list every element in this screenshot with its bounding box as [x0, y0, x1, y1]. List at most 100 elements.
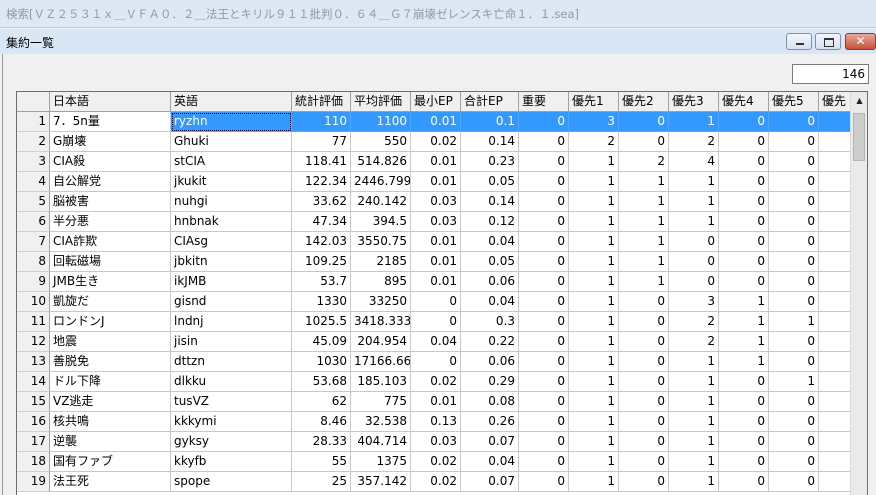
column-header-priority3[interactable]: 優先3: [669, 92, 719, 112]
table-cell[interactable]: 775: [351, 392, 411, 412]
table-cell[interactable]: 1: [669, 172, 719, 192]
table-cell[interactable]: 0: [519, 152, 569, 172]
table-cell[interactable]: [819, 392, 853, 412]
table-cell[interactable]: kkkymi: [171, 412, 292, 432]
table-cell[interactable]: 0.01: [411, 172, 461, 192]
table-cell[interactable]: 1: [719, 352, 769, 372]
table-cell[interactable]: 0: [769, 132, 819, 152]
table-cell[interactable]: 0.05: [461, 172, 519, 192]
table-cell[interactable]: 62: [292, 392, 351, 412]
table-cell[interactable]: 回転磁場: [50, 252, 171, 272]
table-cell[interactable]: 0: [619, 472, 669, 492]
table-cell[interactable]: 0.29: [461, 372, 519, 392]
table-cell[interactable]: 1: [569, 232, 619, 252]
table-cell[interactable]: 2446.799: [351, 172, 411, 192]
table-cell[interactable]: 1: [619, 192, 669, 212]
table-cell[interactable]: 0: [719, 472, 769, 492]
table-cell[interactable]: 0.14: [461, 132, 519, 152]
table-cell[interactable]: 0: [719, 432, 769, 452]
table-cell[interactable]: 0: [519, 392, 569, 412]
table-cell[interactable]: 1: [719, 332, 769, 352]
table-cell[interactable]: 0.04: [411, 332, 461, 352]
table-cell[interactable]: 1: [719, 312, 769, 332]
column-header-total-ep[interactable]: 合計EP: [461, 92, 519, 112]
row-number[interactable]: 4: [17, 172, 50, 192]
table-cell[interactable]: dttzn: [171, 352, 292, 372]
table-cell[interactable]: 0: [519, 452, 569, 472]
table-cell[interactable]: 0.02: [411, 132, 461, 152]
table-cell[interactable]: 0: [719, 132, 769, 152]
table-cell[interactable]: [819, 252, 853, 272]
table-cell[interactable]: 404.714: [351, 432, 411, 452]
row-number[interactable]: 8: [17, 252, 50, 272]
table-cell[interactable]: 0: [519, 212, 569, 232]
table-cell[interactable]: 53.68: [292, 372, 351, 392]
table-cell[interactable]: 0.22: [461, 332, 519, 352]
table-cell[interactable]: 0: [719, 192, 769, 212]
table-cell[interactable]: ドル下降: [50, 372, 171, 392]
table-cell[interactable]: 1: [569, 332, 619, 352]
table-cell[interactable]: 1: [569, 172, 619, 192]
column-header-min-ep[interactable]: 最小EP: [411, 92, 461, 112]
table-cell[interactable]: [819, 132, 853, 152]
table-cell[interactable]: 0.04: [461, 232, 519, 252]
table-cell[interactable]: 0.07: [461, 432, 519, 452]
table-cell[interactable]: 204.954: [351, 332, 411, 352]
table-cell[interactable]: 0: [619, 112, 669, 132]
table-cell[interactable]: 0: [769, 332, 819, 352]
table-cell[interactable]: 1: [669, 412, 719, 432]
table-cell[interactable]: 4: [669, 152, 719, 172]
table-cell[interactable]: 0: [719, 152, 769, 172]
table-cell[interactable]: 1: [569, 452, 619, 472]
table-cell[interactable]: 1: [619, 212, 669, 232]
table-cell[interactable]: 0: [519, 192, 569, 212]
table-cell[interactable]: ikJMB: [171, 272, 292, 292]
table-cell[interactable]: 0: [619, 132, 669, 152]
table-cell[interactable]: [819, 472, 853, 492]
table-cell[interactable]: kkyfb: [171, 452, 292, 472]
table-cell[interactable]: 185.103: [351, 372, 411, 392]
table-cell[interactable]: 77: [292, 132, 351, 152]
table-cell[interactable]: 1: [619, 232, 669, 252]
table-cell[interactable]: 0.01: [411, 252, 461, 272]
table-cell[interactable]: 半分悪: [50, 212, 171, 232]
table-cell[interactable]: 0: [519, 432, 569, 452]
table-cell[interactable]: [819, 372, 853, 392]
table-cell[interactable]: CIA詐欺: [50, 232, 171, 252]
scroll-up-arrow-icon[interactable]: ▲: [851, 92, 867, 109]
table-cell[interactable]: 7．5n量: [50, 112, 171, 132]
table-cell[interactable]: 1: [669, 472, 719, 492]
table-cell[interactable]: 1: [669, 192, 719, 212]
table-cell[interactable]: 0: [769, 412, 819, 432]
table-cell[interactable]: 1: [769, 372, 819, 392]
table-cell[interactable]: [819, 292, 853, 312]
table-cell[interactable]: 凱旋だ: [50, 292, 171, 312]
column-header-priority2[interactable]: 優先2: [619, 92, 669, 112]
table-cell[interactable]: 1030: [292, 352, 351, 372]
table-cell[interactable]: 0: [769, 292, 819, 312]
table-cell[interactable]: ロンドンJ: [50, 312, 171, 332]
table-cell[interactable]: 0: [519, 412, 569, 432]
table-cell[interactable]: 0: [519, 252, 569, 272]
table-cell[interactable]: 0: [719, 412, 769, 432]
table-cell[interactable]: nuhgi: [171, 192, 292, 212]
table-cell[interactable]: 1: [619, 172, 669, 192]
row-number[interactable]: 12: [17, 332, 50, 352]
table-cell[interactable]: 自公解党: [50, 172, 171, 192]
table-cell[interactable]: 1330: [292, 292, 351, 312]
table-cell[interactable]: 55: [292, 452, 351, 472]
table-cell[interactable]: 2: [619, 152, 669, 172]
table-cell[interactable]: 0: [619, 392, 669, 412]
column-header-importance[interactable]: 重要: [519, 92, 569, 112]
table-cell[interactable]: 1: [569, 352, 619, 372]
table-cell[interactable]: stCIA: [171, 152, 292, 172]
table-cell[interactable]: 1: [569, 212, 619, 232]
table-cell[interactable]: 0: [669, 252, 719, 272]
table-cell[interactable]: 0.14: [461, 192, 519, 212]
table-cell[interactable]: 0: [619, 352, 669, 372]
table-cell[interactable]: 1375: [351, 452, 411, 472]
table-cell[interactable]: [819, 152, 853, 172]
table-cell[interactable]: 1: [569, 432, 619, 452]
table-cell[interactable]: 0.01: [411, 232, 461, 252]
column-header-stat-eval[interactable]: 統計評価: [292, 92, 351, 112]
